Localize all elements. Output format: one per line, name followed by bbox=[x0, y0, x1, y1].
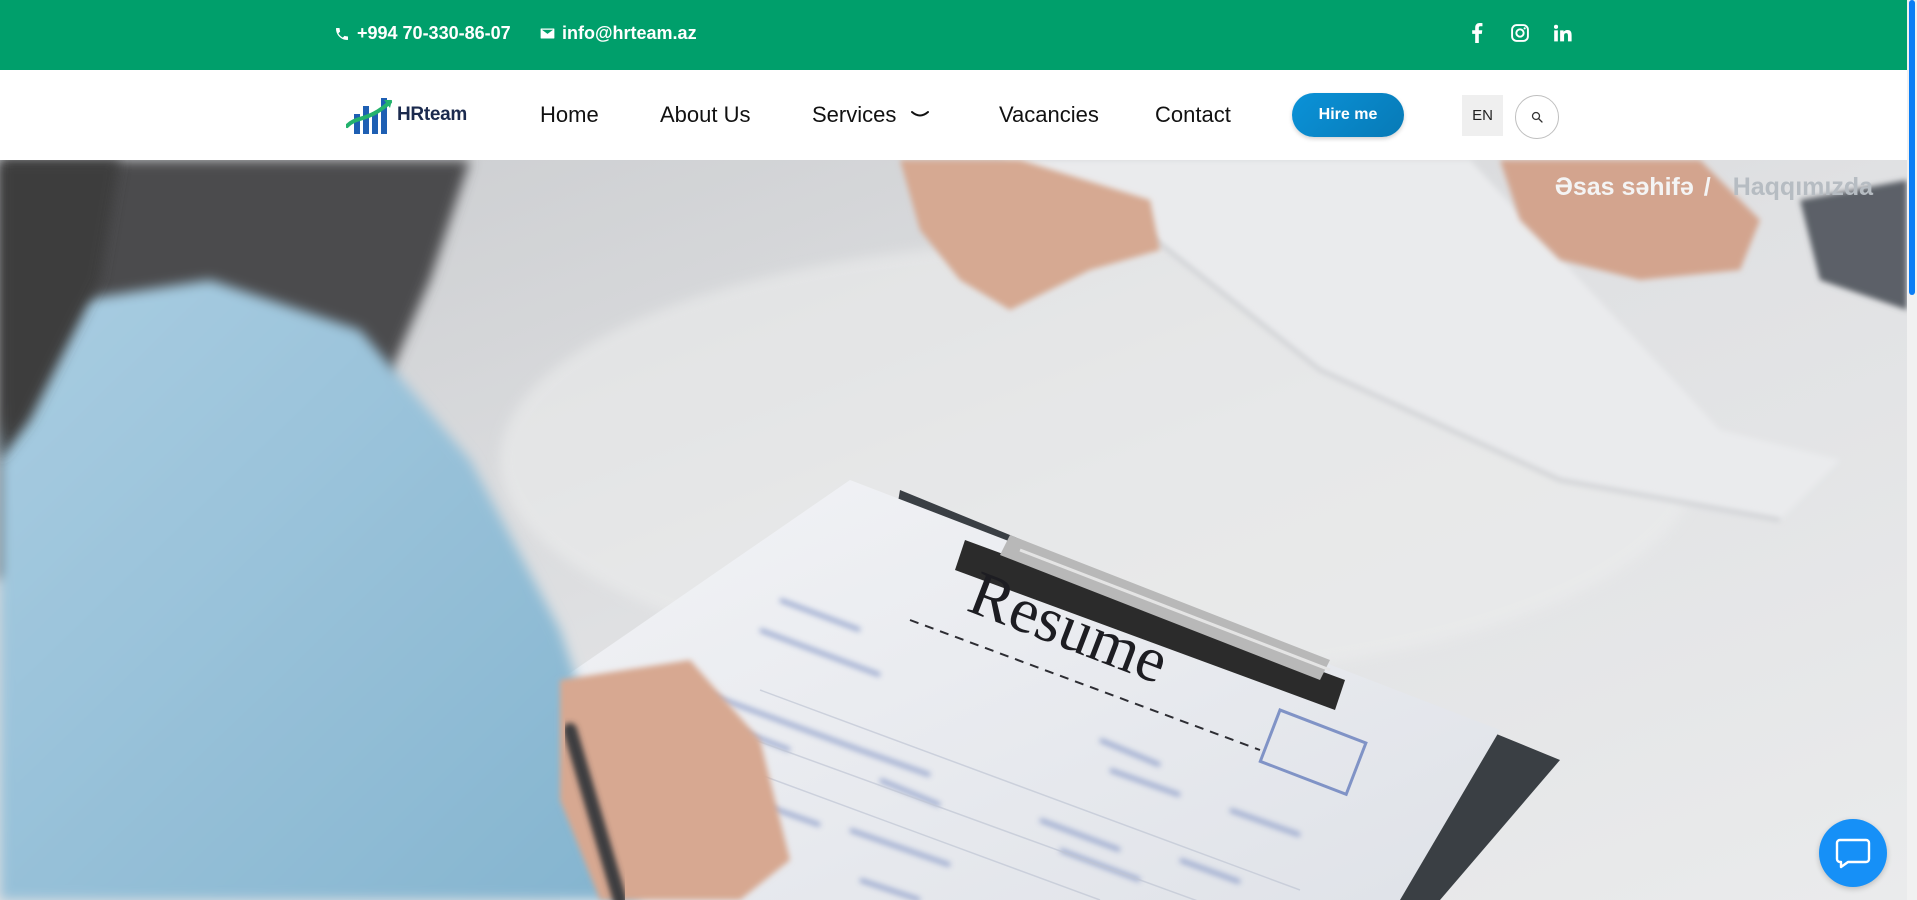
scrollbar-thumb[interactable] bbox=[1909, 0, 1915, 295]
breadcrumb-current: Haqqımızda bbox=[1732, 173, 1873, 201]
email-address: info@hrteam.az bbox=[562, 23, 697, 43]
chat-bubble-icon bbox=[1835, 838, 1871, 869]
main-navbar: HRteam Home About Us Services Vacancies … bbox=[0, 70, 1907, 160]
email-link[interactable]: info@hrteam.az bbox=[540, 23, 697, 44]
phone-link[interactable]: +994 70-330-86-07 bbox=[334, 23, 511, 44]
search-icon bbox=[1531, 111, 1543, 123]
logo-text: HRteam bbox=[397, 104, 467, 125]
nav-services-label: Services bbox=[812, 102, 897, 127]
phone-number: +994 70-330-86-07 bbox=[357, 23, 511, 43]
logo-link[interactable]: HRteam bbox=[346, 92, 467, 138]
language-switcher[interactable]: EN bbox=[1462, 95, 1503, 136]
breadcrumb: Əsas səhifə / Haqqımızda bbox=[1555, 173, 1873, 202]
nav-services[interactable]: Services bbox=[812, 102, 930, 128]
hero-background-image: Resume bbox=[0, 160, 1907, 900]
chat-button[interactable] bbox=[1819, 819, 1887, 887]
breadcrumb-home-link[interactable]: Əsas səhifə bbox=[1555, 173, 1694, 202]
hrteam-logo-icon bbox=[346, 98, 392, 134]
nav-about-us[interactable]: About Us bbox=[660, 102, 751, 128]
search-button[interactable] bbox=[1515, 95, 1559, 139]
hero-banner: Resume Əsas səhifə / Haqqımızda bbox=[0, 160, 1907, 900]
instagram-icon[interactable] bbox=[1507, 20, 1533, 46]
envelope-icon bbox=[540, 28, 555, 39]
nav-home[interactable]: Home bbox=[540, 102, 599, 128]
breadcrumb-separator: / bbox=[1703, 173, 1711, 201]
nav-contact[interactable]: Contact bbox=[1155, 102, 1231, 128]
phone-icon bbox=[336, 27, 348, 40]
linkedin-icon[interactable] bbox=[1549, 20, 1575, 46]
top-contact-bar: +994 70-330-86-07 info@hrteam.az bbox=[0, 0, 1907, 70]
chevron-down-icon bbox=[910, 110, 930, 120]
nav-vacancies[interactable]: Vacancies bbox=[999, 102, 1099, 128]
page-scrollbar[interactable] bbox=[1907, 0, 1917, 900]
facebook-icon[interactable] bbox=[1464, 20, 1490, 46]
hire-me-button[interactable]: Hire me bbox=[1292, 93, 1404, 137]
